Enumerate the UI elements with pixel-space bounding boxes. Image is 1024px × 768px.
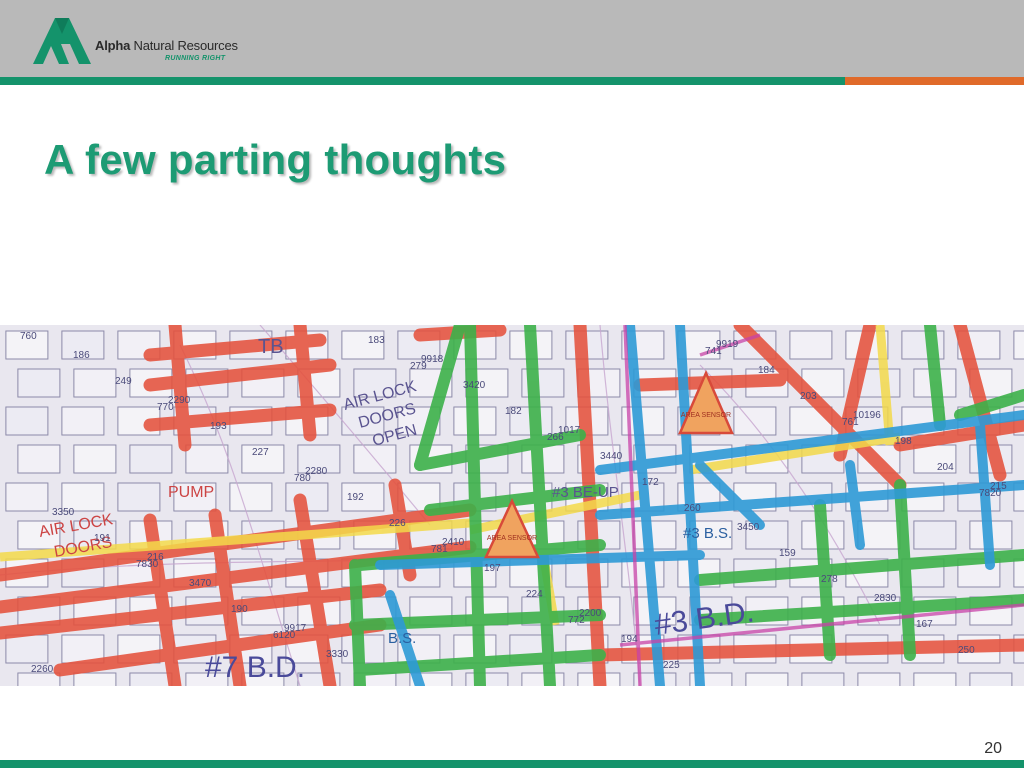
logo-name: Alpha Natural Resources (95, 38, 238, 53)
map-number-label: 250 (958, 645, 975, 656)
map-number-label: 249 (115, 376, 132, 387)
map-number-label: 159 (779, 548, 796, 559)
map-number-label: 3350 (52, 507, 75, 518)
company-logo: Alpha Natural Resources RUNNING RIGHT (33, 16, 263, 66)
map-number-label: 186 (73, 350, 90, 361)
map-label-three-bs: #3 B.S. (683, 525, 732, 542)
alpha-logo-icon (33, 18, 91, 64)
map-pillar (17, 444, 61, 474)
map-number-label: 167 (916, 619, 933, 630)
header-rule-green (0, 77, 845, 85)
map-label-area-sensor-1: AREA SENSOR (681, 412, 731, 419)
map-pillar (129, 444, 173, 474)
map-number-label: 198 (895, 436, 912, 447)
map-number-label: 192 (347, 492, 364, 503)
map-number-label: 3440 (600, 451, 623, 462)
map-pillar (1013, 330, 1024, 360)
map-pillar (733, 406, 777, 436)
footer-rule (0, 760, 1024, 768)
map-number-label: 278 (821, 574, 838, 585)
map-number-label: 194 (621, 634, 638, 645)
map-label-seven-bd: #7 B.D. (205, 651, 305, 684)
slide-title: A few parting thoughts (44, 136, 507, 183)
map-number-label: 3330 (326, 649, 349, 660)
map-number-label: 204 (937, 462, 954, 473)
map-pillar (745, 672, 789, 686)
map-label-bs: B.S. (388, 630, 416, 647)
map-pillar (789, 330, 833, 360)
map-number-label: 227 (252, 447, 269, 458)
map-label-three-be-up: #3 BE-UP (552, 484, 619, 501)
map-number-label: 182 (505, 406, 522, 417)
map-number-label: 3470 (189, 578, 212, 589)
map-number-label: 2260 (31, 664, 54, 675)
page-number: 20 (984, 740, 1002, 757)
map-pillar (1013, 558, 1024, 588)
map-number-label: 9917 (284, 623, 307, 634)
map-number-label: 172 (642, 477, 659, 488)
map-pillar (801, 672, 845, 686)
map-number-label: 183 (368, 335, 385, 346)
map-pillar (229, 482, 273, 512)
map-number-label: 215 (990, 481, 1007, 492)
map-pillar (913, 672, 957, 686)
map-number-label: 224 (526, 589, 543, 600)
map-number-label: 1017 (558, 425, 581, 436)
map-number-label: 203 (800, 391, 817, 402)
map-pillar (5, 406, 49, 436)
map-pillar (17, 368, 61, 398)
map-pillar (969, 672, 1013, 686)
map-pillar (521, 672, 565, 686)
map-number-label: 193 (210, 421, 227, 432)
map-number-label: 197 (484, 563, 501, 574)
map-pillar (129, 672, 173, 686)
map-label-tb: TB (258, 336, 284, 358)
map-pillar (5, 482, 49, 512)
map-number-label: 184 (758, 365, 775, 376)
map-label-area-sensor-2: AREA SENSOR (487, 535, 537, 542)
map-number-label: 2410 (442, 537, 465, 548)
map-pillar (857, 672, 901, 686)
mine-map-drawing: TB AIR LOCK DOORS OPEN PUMP AIR LOCK DOO… (0, 325, 1024, 686)
map-number-label: 190 (231, 604, 248, 615)
map-number-label: 191 (94, 533, 111, 544)
map-number-label: 10196 (853, 410, 881, 421)
map-pillar (117, 482, 161, 512)
map-number-label: 216 (147, 552, 164, 563)
map-number-label: 2290 (168, 395, 191, 406)
map-number-label: 226 (389, 518, 406, 529)
header-rule-orange (845, 77, 1024, 85)
map-pillar (73, 444, 117, 474)
map-number-label: 9919 (716, 339, 739, 350)
map-number-label: 2830 (874, 593, 897, 604)
map-pillar (61, 406, 105, 436)
map-pillar (73, 672, 117, 686)
map-number-label: 3450 (737, 522, 760, 533)
map-number-label: 260 (684, 503, 701, 514)
map-number-label: 2200 (579, 608, 602, 619)
map-label-pump: PUMP (168, 484, 214, 501)
map-pillar (633, 520, 677, 550)
mine-map-image: TB AIR LOCK DOORS OPEN PUMP AIR LOCK DOO… (0, 325, 1024, 686)
map-number-label: 2280 (305, 466, 328, 477)
map-number-label: 9918 (421, 354, 444, 365)
map-pillar (465, 672, 509, 686)
logo-tagline: RUNNING RIGHT (165, 55, 226, 62)
map-pillar (185, 444, 229, 474)
map-pillar (73, 368, 117, 398)
map-pillar (913, 520, 957, 550)
map-pillar (5, 634, 49, 664)
map-number-label: 3420 (463, 380, 486, 391)
map-number-label: 760 (20, 331, 37, 342)
map-number-label: 225 (663, 660, 680, 671)
